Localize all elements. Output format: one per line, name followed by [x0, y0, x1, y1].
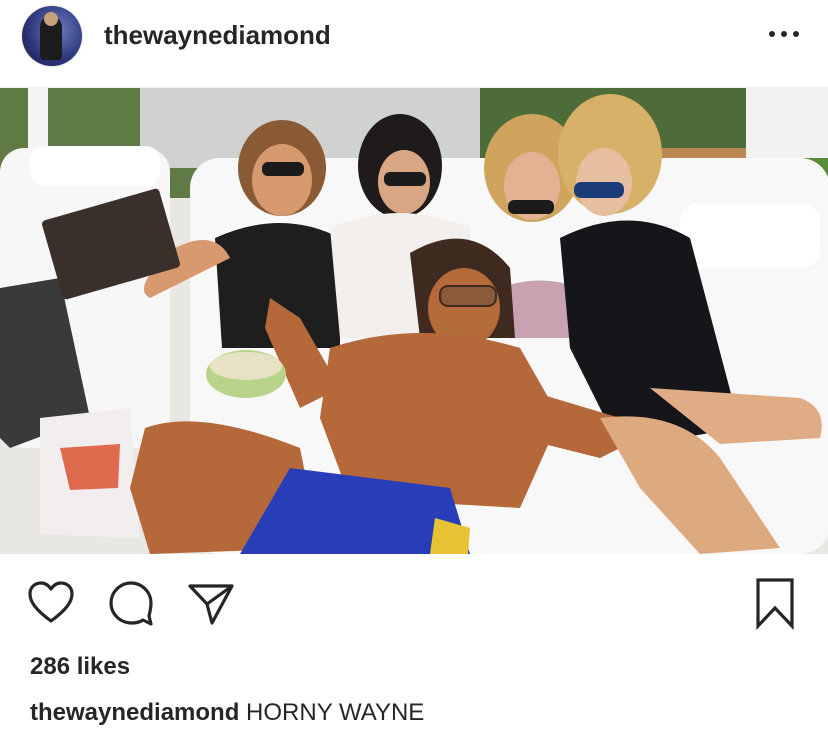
- post-photo[interactable]: [0, 88, 828, 554]
- more-options-icon[interactable]: [766, 22, 802, 46]
- avatar[interactable]: [22, 6, 82, 66]
- instagram-post: thewaynediamond 286 likes thewaynediamon…: [0, 0, 828, 735]
- post-username[interactable]: thewaynediamond: [104, 20, 331, 50]
- post-header: thewaynediamond: [0, 0, 828, 88]
- caption-username[interactable]: thewaynediamond: [30, 699, 239, 726]
- action-bar: [0, 560, 828, 644]
- post-photo-illustration: [0, 88, 828, 554]
- paper-plane-icon[interactable]: [186, 578, 236, 628]
- avatar-figure-head: [44, 12, 58, 26]
- likes-count[interactable]: 286 likes: [30, 652, 130, 682]
- comment-bubble-icon[interactable]: [106, 578, 156, 628]
- heart-icon[interactable]: [26, 578, 76, 628]
- post-caption: thewaynediamond HORNY WAYNE: [30, 698, 424, 728]
- bookmark-icon[interactable]: [750, 576, 800, 630]
- caption-text: HORNY WAYNE: [246, 699, 425, 726]
